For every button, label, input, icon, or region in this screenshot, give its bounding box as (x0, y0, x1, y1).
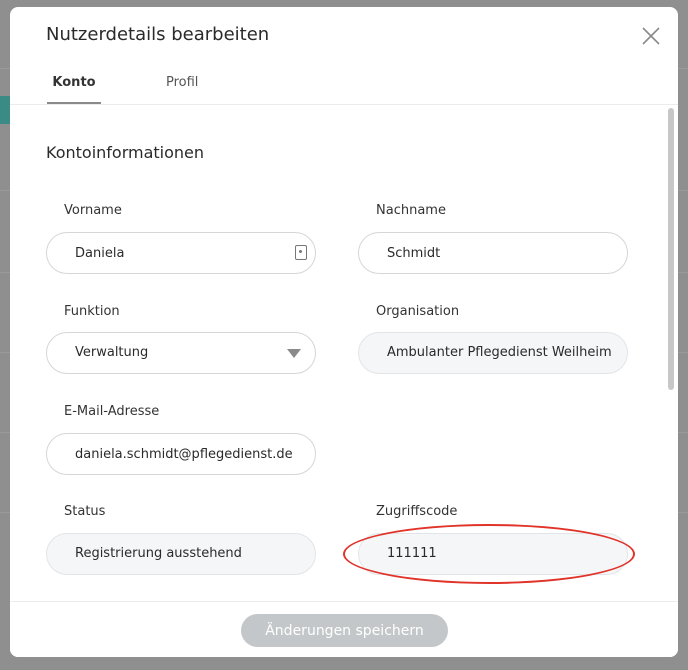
funktion-select[interactable]: Verwaltung (46, 332, 316, 374)
organisation-field: Ambulanter Pflegedienst Weilheim (358, 332, 628, 374)
funktion-selected-value: Verwaltung (75, 345, 149, 360)
status-value: Registrierung ausstehend (75, 546, 242, 561)
section-title: Kontoinformationen (46, 143, 205, 162)
nachname-field[interactable] (358, 232, 628, 274)
modal-title: Nutzerdetails bearbeiten (46, 24, 270, 45)
nachname-label: Nachname (376, 203, 446, 218)
scrollbar-thumb[interactable] (668, 108, 674, 390)
close-button[interactable] (640, 25, 662, 47)
form-scroll-area: Kontoinformationen Vorname Nachname Funk… (10, 105, 678, 601)
tab-bar: Konto Profil (10, 67, 678, 105)
save-changes-button[interactable]: Änderungen speichern (241, 614, 448, 647)
vorname-field[interactable] (46, 232, 316, 274)
funktion-label: Funktion (64, 304, 120, 319)
background-badge (0, 96, 10, 124)
email-field[interactable] (46, 433, 316, 475)
vorname-label: Vorname (64, 203, 122, 218)
zugriffscode-field: 111111 (358, 533, 628, 575)
vorname-input[interactable] (75, 233, 275, 273)
organisation-label: Organisation (376, 304, 460, 319)
nachname-input[interactable] (387, 233, 587, 273)
contact-card-icon (295, 245, 307, 260)
tab-konto[interactable]: Konto (47, 75, 101, 104)
status-field: Registrierung ausstehend (46, 533, 316, 575)
organisation-value: Ambulanter Pflegedienst Weilheim (387, 345, 612, 360)
chevron-down-icon[interactable] (287, 349, 301, 358)
close-icon[interactable] (640, 25, 662, 47)
status-label: Status (64, 504, 106, 519)
zugriffscode-label: Zugriffscode (376, 504, 458, 519)
zugriffscode-value: 111111 (387, 546, 437, 561)
email-label: E-Mail-Adresse (64, 404, 160, 419)
tab-profil[interactable]: Profil (166, 75, 198, 102)
email-input[interactable] (75, 434, 311, 474)
edit-user-modal: Nutzerdetails bearbeiten Konto Profil Ko… (10, 7, 678, 657)
modal-footer: Änderungen speichern (10, 601, 678, 657)
